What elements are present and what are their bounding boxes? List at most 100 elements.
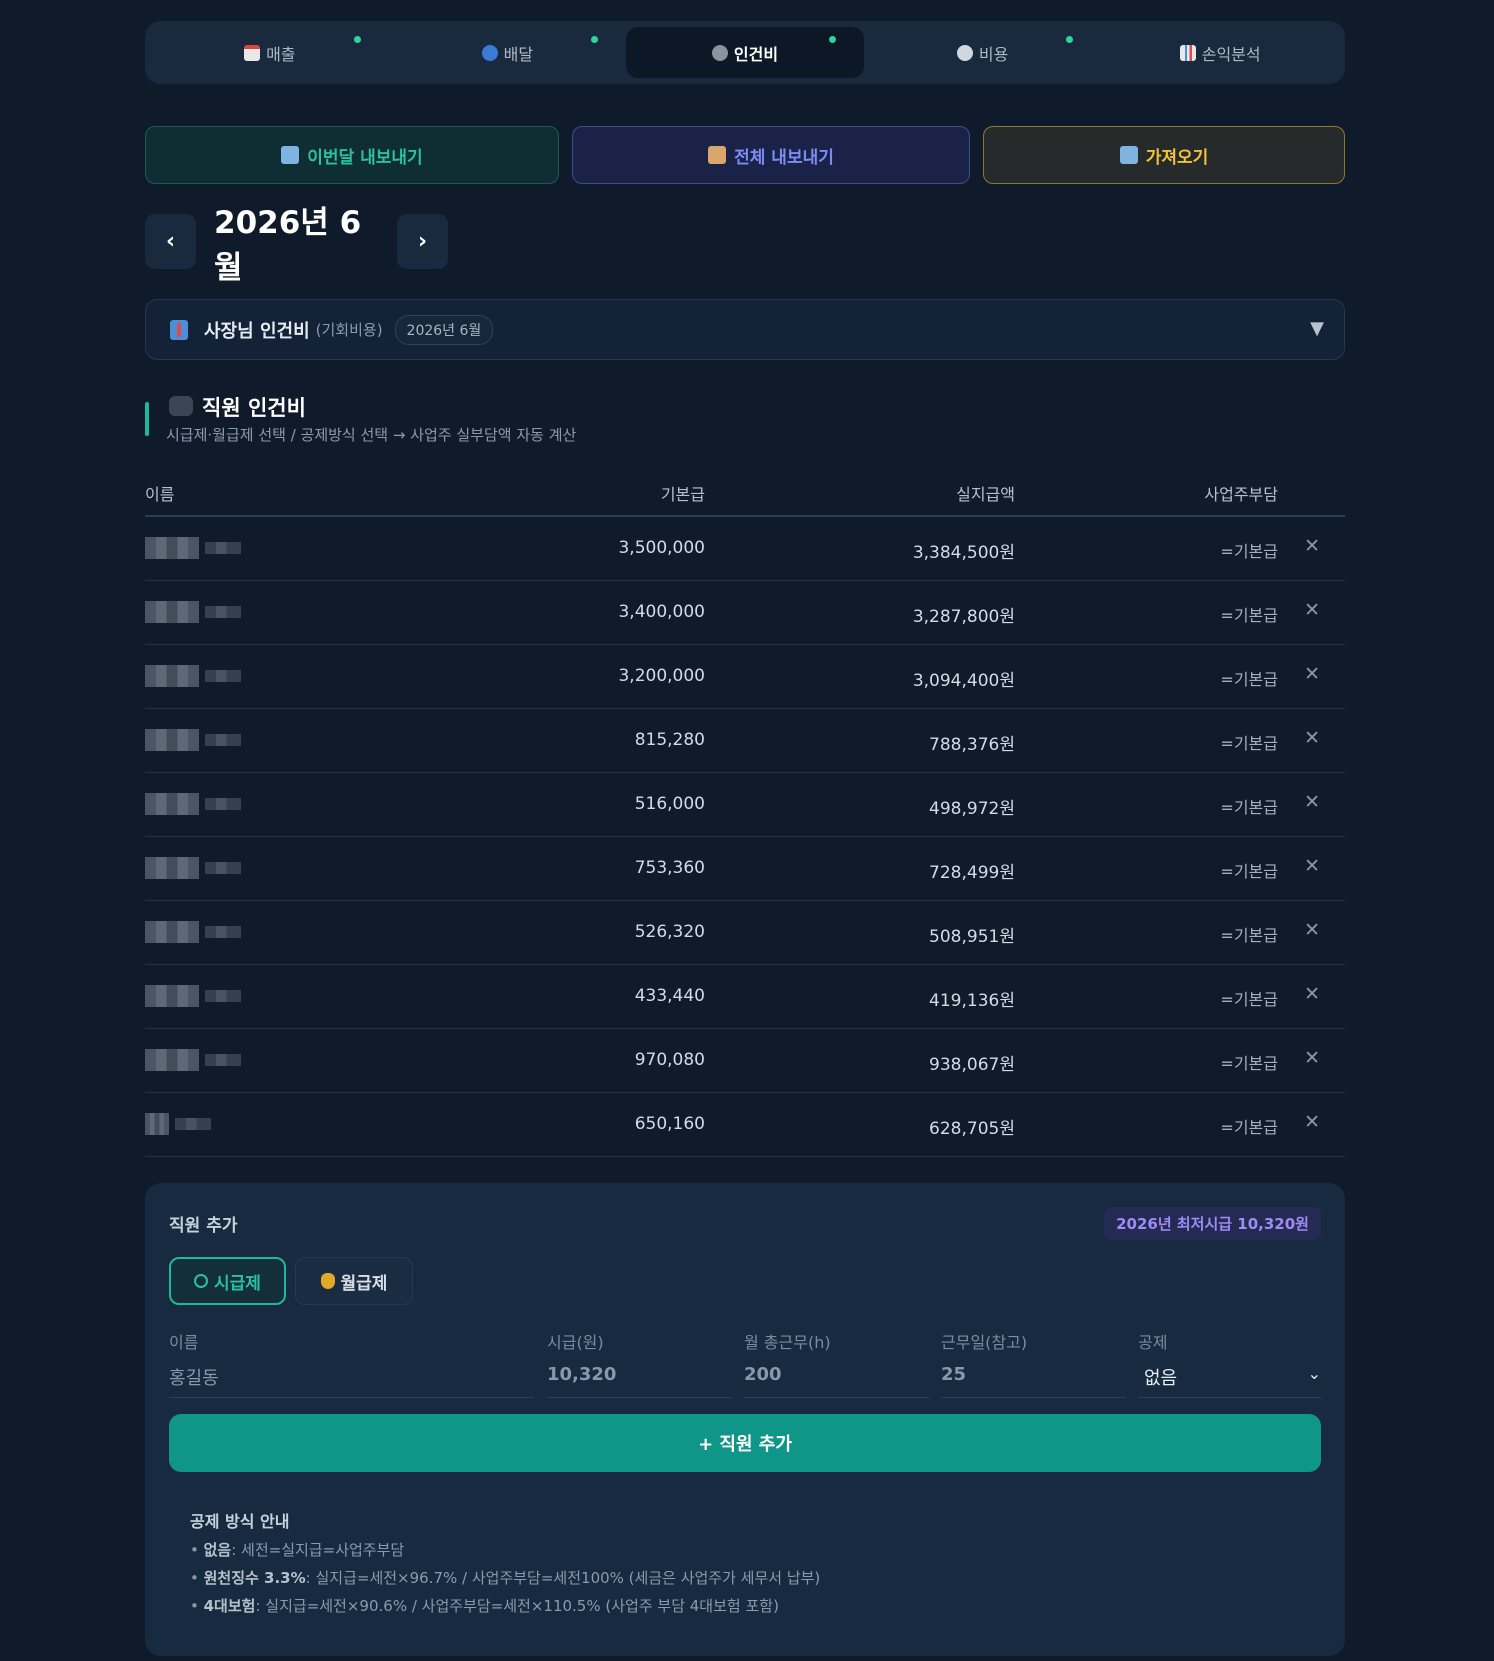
tray-icon xyxy=(281,146,300,164)
tab-profit[interactable]: 손익분석 xyxy=(1101,27,1339,78)
tab-label: 손익분석 xyxy=(1201,44,1261,64)
table-row: 3,200,000 3,094,400원 =기본급 ✕ xyxy=(145,645,1345,709)
owner-labor-panel[interactable]: 사장님 인건비 (기회비용) 2026년 6월 ▼ xyxy=(145,299,1345,360)
delete-icon[interactable]: ✕ xyxy=(1304,599,1320,621)
tab-sales[interactable]: 매출 xyxy=(151,27,389,78)
table-row: 526,320 508,951원 =기본급 ✕ xyxy=(145,901,1345,965)
month-label: 2026년 6월 xyxy=(214,204,362,286)
base-pay: 433,440 xyxy=(634,986,705,1006)
wage-input[interactable]: 10,320 xyxy=(547,1356,732,1398)
table-row: 650,160 628,705원 =기본급 ✕ xyxy=(145,1093,1345,1157)
employer-cost: =기본급 xyxy=(1220,606,1278,625)
add-staff-title: 직원 추가 xyxy=(169,1216,238,1236)
deduction-select[interactable]: 없음 ⌄ xyxy=(1138,1356,1321,1398)
hourly-mode-button[interactable]: 시급제 xyxy=(169,1257,286,1305)
delete-icon[interactable]: ✕ xyxy=(1304,855,1320,877)
hours-label: 월 총근무(h) xyxy=(744,1333,831,1352)
guide-item: • 없음: 세전=실지급=사업주부담 xyxy=(190,1541,405,1559)
name-input[interactable]: 홍길동 xyxy=(169,1356,534,1398)
base-pay: 516,000 xyxy=(634,794,705,814)
net-pay: 508,951원 xyxy=(929,927,1015,947)
col-employer: 사업주부담 xyxy=(1204,485,1278,504)
calendar-icon xyxy=(244,44,261,61)
hourly-label: 시급제 xyxy=(214,1273,261,1294)
tab-expense[interactable]: 비용 xyxy=(864,27,1102,78)
name-redacted xyxy=(145,921,241,943)
col-name: 이름 xyxy=(145,485,175,504)
status-dot xyxy=(591,36,599,43)
tab-label: 매출 xyxy=(266,44,296,64)
employer-cost: =기본급 xyxy=(1220,990,1278,1009)
net-pay: 788,376원 xyxy=(929,735,1015,755)
tab-delivery[interactable]: 배달 xyxy=(389,27,627,78)
net-pay: 938,067원 xyxy=(929,1055,1015,1075)
employer-cost: =기본급 xyxy=(1220,734,1278,753)
table-row: 433,440 419,136원 =기본급 ✕ xyxy=(145,965,1345,1029)
employer-cost: =기본급 xyxy=(1220,798,1278,817)
delete-icon[interactable]: ✕ xyxy=(1304,791,1320,813)
prev-month-button[interactable]: ‹ xyxy=(145,214,196,269)
delete-icon[interactable]: ✕ xyxy=(1304,535,1320,557)
employer-cost: =기본급 xyxy=(1220,1118,1278,1137)
delete-icon[interactable]: ✕ xyxy=(1304,663,1320,685)
gear-icon xyxy=(956,44,973,61)
chevron-down-icon: ⌄ xyxy=(1307,1364,1321,1383)
tab-label: 배달 xyxy=(503,44,534,64)
name-redacted xyxy=(145,985,241,1007)
money-bag-icon xyxy=(320,1273,335,1289)
tab-labor[interactable]: 인건비 xyxy=(626,27,864,78)
export-all-button[interactable]: 전체 내보내기 xyxy=(572,126,970,184)
accent-bar xyxy=(145,402,149,436)
delete-icon[interactable]: ✕ xyxy=(1304,919,1320,941)
days-input[interactable]: 25 xyxy=(941,1356,1126,1398)
guide-item: • 4대보험: 실지급=세전×90.6% / 사업주부담=세전×110.5% (… xyxy=(190,1597,779,1615)
export-month-button[interactable]: 이번달 내보내기 xyxy=(145,126,559,184)
table-header: 이름 기본급 실지급액 사업주부담 xyxy=(145,470,1345,517)
employer-cost: =기본급 xyxy=(1220,1054,1278,1073)
base-pay: 3,400,000 xyxy=(618,602,705,622)
import-label: 가져오기 xyxy=(1145,147,1209,168)
net-pay: 728,499원 xyxy=(929,863,1015,883)
add-staff-panel: 직원 추가 2026년 최저시급 10,320원 시급제 월급제 이름 시급(원… xyxy=(145,1183,1345,1656)
net-pay: 419,136원 xyxy=(929,991,1015,1011)
top-nav: 매출 배달 인건비 비용 손익분석 xyxy=(145,21,1345,84)
expand-caret-icon[interactable]: ▼ xyxy=(1310,318,1324,339)
name-redacted xyxy=(145,1049,241,1071)
table-row: 3,500,000 3,384,500원 =기본급 ✕ xyxy=(145,517,1345,581)
next-month-button[interactable]: › xyxy=(397,214,448,269)
export-month-label: 이번달 내보내기 xyxy=(307,147,423,168)
delete-icon[interactable]: ✕ xyxy=(1304,727,1320,749)
col-net: 실지급액 xyxy=(956,485,1015,504)
hours-input[interactable]: 200 xyxy=(744,1356,929,1398)
base-pay: 526,320 xyxy=(634,922,705,942)
employer-cost: =기본급 xyxy=(1220,542,1278,561)
delete-icon[interactable]: ✕ xyxy=(1304,983,1320,1005)
staff-table: 3,500,000 3,384,500원 =기본급 ✕ 3,400,000 3,… xyxy=(145,517,1345,1157)
section-title: 직원 인건비 xyxy=(202,396,306,420)
base-pay: 650,160 xyxy=(634,1114,705,1134)
export-all-label: 전체 내보내기 xyxy=(734,147,834,168)
add-staff-button[interactable]: + 직원 추가 xyxy=(169,1414,1321,1472)
employer-cost: =기본급 xyxy=(1220,862,1278,881)
chart-icon xyxy=(1179,44,1196,61)
monthly-mode-button[interactable]: 월급제 xyxy=(295,1257,413,1305)
owner-month-badge: 2026년 6월 xyxy=(394,314,494,345)
month-selector: ‹ 2026년 6월 › xyxy=(145,205,448,286)
name-redacted xyxy=(145,793,241,815)
min-wage-badge: 2026년 최저시급 10,320원 xyxy=(1104,1207,1321,1240)
base-pay: 970,080 xyxy=(634,1050,705,1070)
delete-icon[interactable]: ✕ xyxy=(1304,1111,1320,1133)
name-redacted xyxy=(145,857,241,879)
table-row: 516,000 498,972원 =기본급 ✕ xyxy=(145,773,1345,837)
name-redacted xyxy=(145,537,241,559)
name-redacted xyxy=(145,1113,211,1135)
status-dot xyxy=(1066,36,1074,43)
import-button[interactable]: 가져오기 xyxy=(983,126,1345,184)
name-redacted xyxy=(145,729,241,751)
owner-title: 사장님 인건비 xyxy=(204,320,310,342)
delete-icon[interactable]: ✕ xyxy=(1304,1047,1320,1069)
status-dot xyxy=(353,36,361,43)
staff-section-header: 직원 인건비 시급제·월급제 선택 / 공제방식 선택 → 사업주 실부담액 자… xyxy=(145,392,1345,444)
box-icon xyxy=(708,146,727,164)
guide-title: 공제 방식 안내 xyxy=(190,1512,290,1531)
